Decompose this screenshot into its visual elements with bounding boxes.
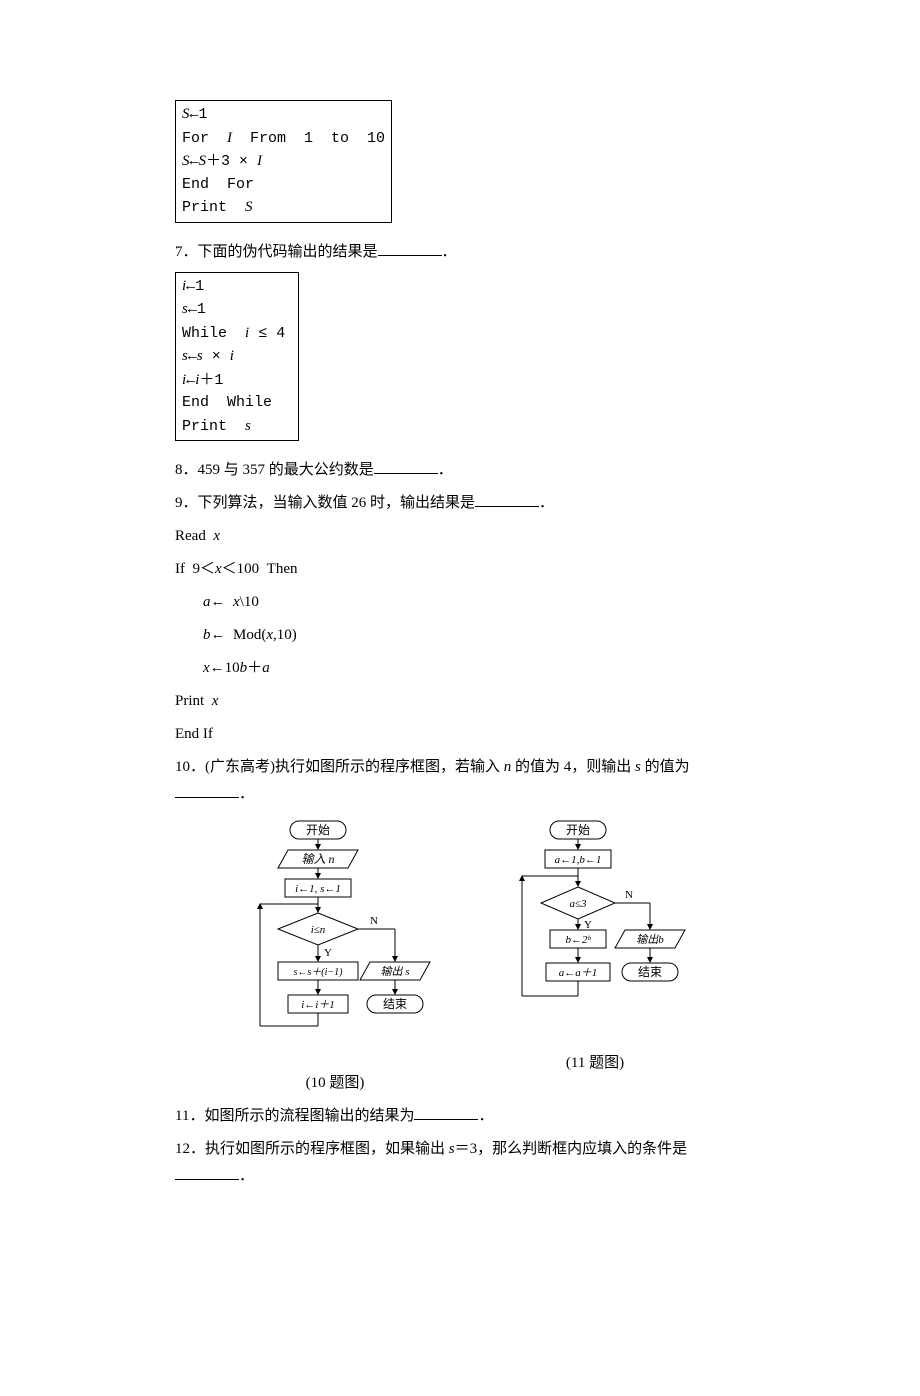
svg-text:N: N — [370, 915, 378, 927]
alg-line: End If — [175, 721, 745, 748]
pseudocode-box-1: SS←1←1 For I From 1 to 10 S←S＋3 × I End … — [175, 100, 392, 223]
answer-blank — [175, 1166, 239, 1181]
code-line: s←1 — [182, 298, 292, 322]
alg-line: b← Mod(x,10) — [175, 622, 745, 649]
code-line: End While — [182, 392, 292, 415]
figure-11: 开始 a←1,b←1 a≤3 N 输出b 结束 Y — [500, 816, 690, 1097]
exam-page: SS←1←1 For I From 1 to 10 S←S＋3 × I End … — [0, 0, 920, 1396]
code-line: i←i＋1 — [182, 369, 292, 393]
svg-text:a←1,b←1: a←1,b←1 — [555, 854, 602, 866]
figures-row: 开始 输入 n i←1, s←1 i≤n N 输出 — [175, 816, 745, 1097]
code-line: End For — [182, 174, 385, 197]
question-text: 8．459 与 357 的最大公约数是 — [175, 462, 374, 478]
answer-blank — [374, 460, 438, 475]
code-line: S←S＋3 × I — [182, 150, 385, 174]
question-text: 7．下面的伪代码输出的结果是 — [175, 244, 378, 260]
svg-text:s←s＋(i−1): s←s＋(i−1) — [294, 967, 344, 978]
code-line: s←s × i — [182, 345, 292, 369]
alg-line: x←10b＋a — [175, 655, 745, 682]
svg-text:N: N — [625, 889, 633, 901]
question-9: 9．下列算法，当输入数值 26 时，输出结果是． — [175, 490, 745, 517]
code-line: Print S — [182, 196, 385, 220]
figure-10: 开始 输入 n i←1, s←1 i≤n N 输出 — [230, 816, 440, 1097]
code-line: While i ≤ 4 — [182, 322, 292, 346]
question-11: 11．如图所示的流程图输出的结果为． — [175, 1103, 745, 1130]
svg-text:结束: 结束 — [638, 965, 662, 979]
flowchart-10: 开始 输入 n i←1, s←1 i≤n N 输出 — [230, 816, 440, 1066]
figure-caption: (11 题图) — [500, 1050, 690, 1077]
alg-line: a← x\10 — [175, 589, 745, 616]
question-7: 7．下面的伪代码输出的结果是． — [175, 239, 745, 266]
question-12: 12．执行如图所示的程序框图，如果输出 s＝3，那么判断框内应填入的条件是． — [175, 1136, 745, 1190]
answer-blank — [175, 784, 239, 799]
alg-line: Print x — [175, 688, 745, 715]
svg-text:b←2ᵇ: b←2ᵇ — [566, 934, 592, 946]
question-text: 11．如图所示的流程图输出的结果为 — [175, 1108, 414, 1124]
svg-text:i←i＋1: i←i＋1 — [301, 999, 335, 1011]
question-8: 8．459 与 357 的最大公约数是． — [175, 457, 745, 484]
svg-text:输出 s: 输出 s — [380, 965, 409, 978]
pseudocode-box-2: i←1 s←1 While i ≤ 4 s←s × i i←i＋1 End Wh… — [175, 272, 299, 442]
question-text: 10．(广东高考)执行如图所示的程序框图，若输入 n 的值为 4，则输出 s 的… — [175, 759, 690, 775]
flowchart-11: 开始 a←1,b←1 a≤3 N 输出b 结束 Y — [500, 816, 690, 1046]
figure-caption: (10 题图) — [230, 1070, 440, 1097]
question-10: 10．(广东高考)执行如图所示的程序框图，若输入 n 的值为 4，则输出 s 的… — [175, 754, 745, 808]
code-line: Print s — [182, 415, 292, 439]
svg-text:Y: Y — [584, 919, 592, 931]
svg-text:输出b: 输出b — [636, 933, 664, 946]
answer-blank — [475, 493, 539, 508]
question-text: 12．执行如图所示的程序框图，如果输出 s＝3，那么判断框内应填入的条件是 — [175, 1141, 687, 1157]
svg-text:结束: 结束 — [383, 997, 407, 1011]
alg-line: Read x — [175, 523, 745, 550]
answer-blank — [378, 241, 442, 256]
code-line: SS←1←1 — [182, 103, 385, 127]
code-line: For I From 1 to 10 — [182, 127, 385, 151]
svg-text:输入 n: 输入 n — [301, 852, 334, 866]
svg-text:开始: 开始 — [306, 823, 330, 837]
svg-text:开始: 开始 — [566, 823, 590, 837]
svg-text:a←a＋1: a←a＋1 — [559, 967, 598, 979]
svg-text:i≤n: i≤n — [311, 924, 326, 936]
question-text: 9．下列算法，当输入数值 26 时，输出结果是 — [175, 495, 475, 511]
code-line: i←1 — [182, 275, 292, 299]
alg-line: If 9＜x＜100 Then — [175, 556, 745, 583]
svg-text:a≤3: a≤3 — [569, 898, 587, 910]
svg-text:i←1, s←1: i←1, s←1 — [295, 883, 341, 895]
svg-text:Y: Y — [324, 947, 332, 959]
answer-blank — [414, 1106, 478, 1121]
